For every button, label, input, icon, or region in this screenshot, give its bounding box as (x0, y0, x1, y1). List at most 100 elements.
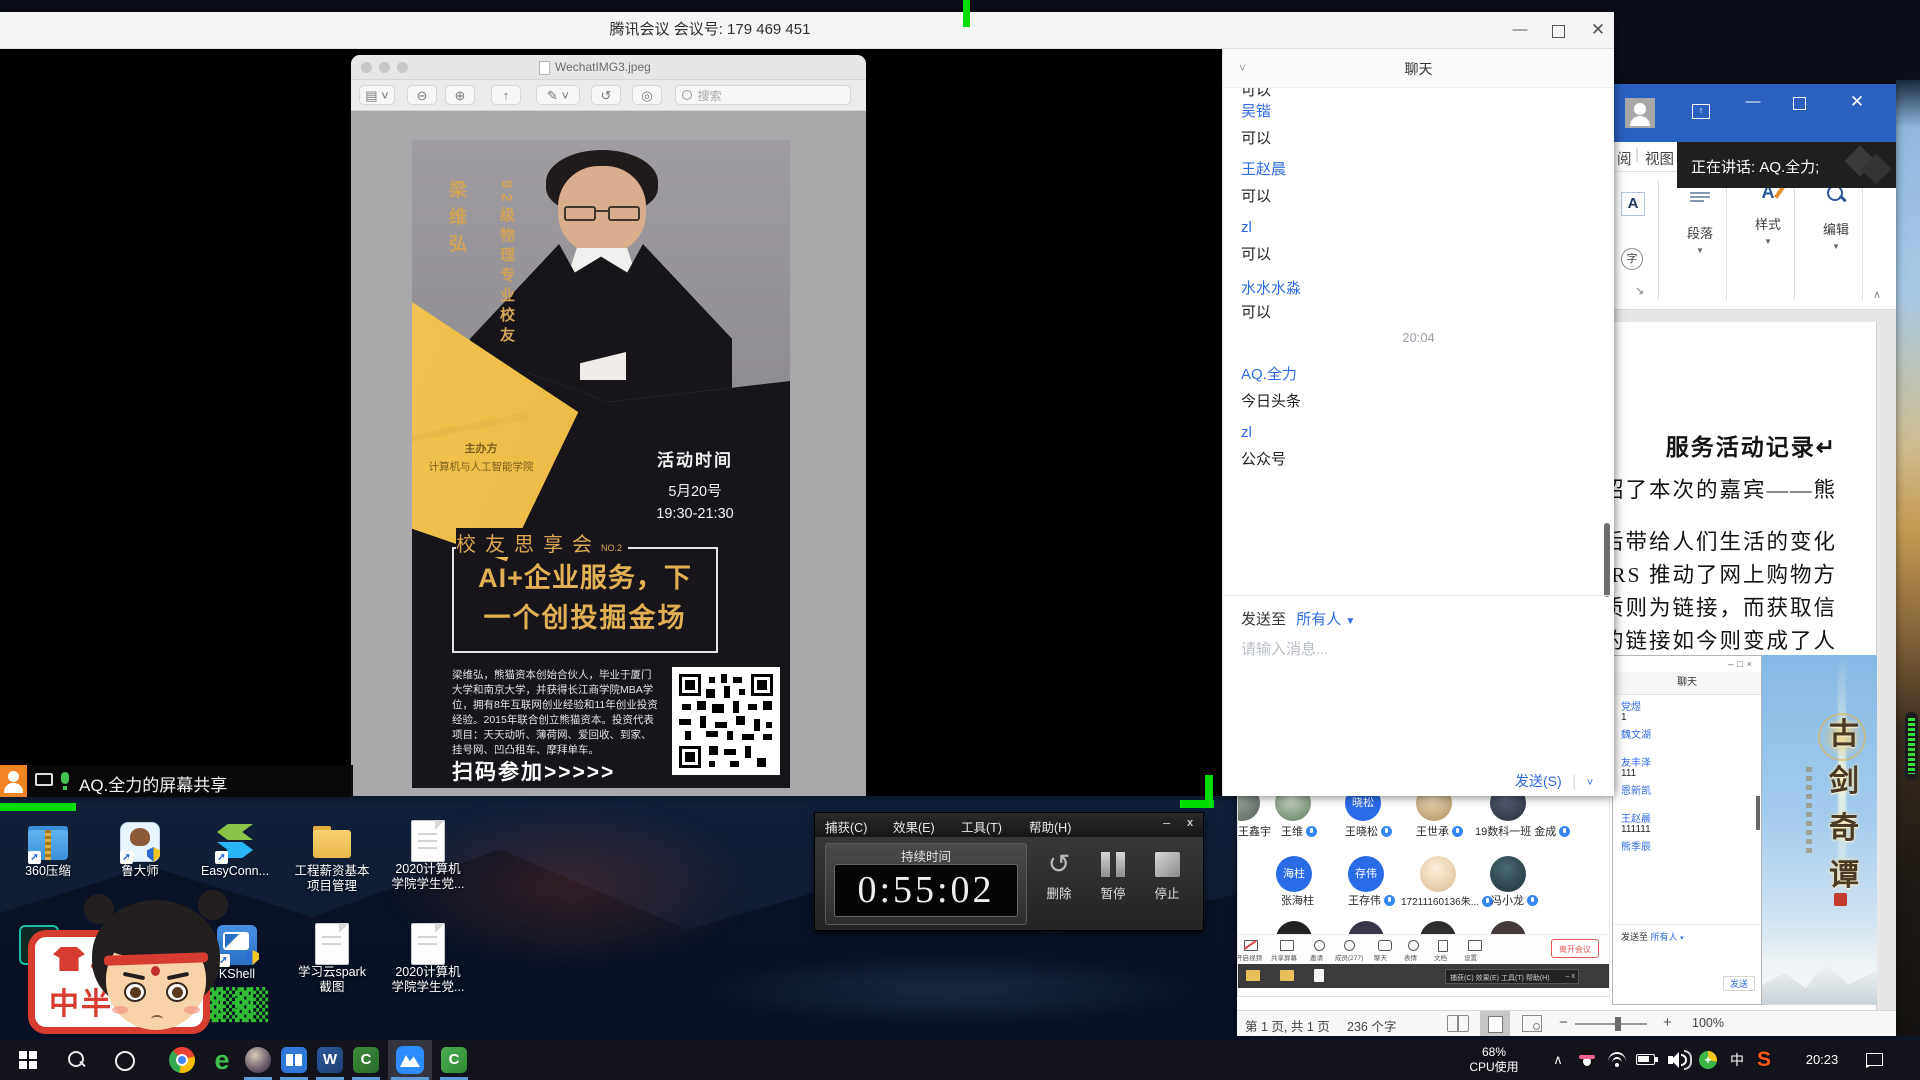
chat-sender[interactable]: 吴锴 (1241, 100, 1271, 121)
desktop-icon-doc-party2[interactable]: 2020计算机 学院学生党... (380, 923, 476, 995)
sidebar-view-button[interactable]: ▤ ˅ (359, 85, 395, 105)
desktop-icon-360zip[interactable]: ➚ 360压缩 (0, 820, 96, 879)
print-layout-icon[interactable] (1480, 1011, 1510, 1036)
ribbon-group-styles[interactable]: A 样式 ▼ (1739, 182, 1797, 246)
poster-series: 校友思享会NO.2 (456, 528, 628, 557)
start-button[interactable] (8, 1040, 48, 1080)
zoom-level[interactable]: 100% (1692, 1016, 1724, 1030)
portrait-glasses-left (564, 206, 596, 221)
timer-titlebar[interactable]: 捕获(C) 效果(E) 工具(T) 帮助(H) – x (815, 813, 1203, 837)
ribbon-group-editing[interactable]: 编辑 ▼ (1807, 182, 1865, 251)
pause-button[interactable]: 暂停 (1091, 847, 1135, 902)
zoom-in-button[interactable]: ⊕ (445, 85, 475, 105)
cortana-ring-icon (115, 1051, 135, 1071)
chat-sender[interactable]: 王赵晨 (1241, 158, 1286, 179)
poster-bio-line: 挂号网、凹凸租车、摩拜单车。 (452, 742, 599, 757)
cpu-monitor-widget[interactable]: 68% CPU使用 (1448, 1045, 1540, 1080)
word-account-avatar[interactable] (1625, 98, 1655, 128)
mac-zoom-icon[interactable] (397, 62, 408, 73)
chat-sender[interactable]: zl (1241, 219, 1252, 236)
meeting-maximize-button[interactable] (1552, 25, 1565, 38)
stop-button[interactable]: 停止 (1145, 847, 1189, 902)
font-settings-icon[interactable]: A (1621, 192, 1645, 216)
mini-chat-name: 魏文湖 (1621, 726, 1651, 741)
tray-sogou-icon[interactable]: S (1750, 1040, 1778, 1080)
tab-review-partial[interactable]: 阅 (1617, 148, 1632, 169)
word-close-button[interactable]: ✕ (1837, 84, 1877, 120)
menu-tools[interactable]: 工具(T) (961, 817, 1002, 836)
desktop-icon-doc-party1[interactable]: 2020计算机 学院学生党... (380, 820, 476, 892)
desktop-icon-folder-project[interactable]: 工程薪资基本 项目管理 (284, 820, 380, 894)
word-restore-button[interactable] (1793, 97, 1806, 110)
invite-icon (1314, 940, 1325, 951)
caret-down-icon[interactable]: ▼ (1345, 616, 1355, 627)
taskbar-camtasia-1[interactable]: C (348, 1040, 384, 1080)
cortana-button[interactable] (104, 1040, 144, 1080)
tray-qq-icon[interactable] (1574, 1040, 1600, 1080)
tray-expand-chevron[interactable]: ∧ (1546, 1040, 1570, 1080)
mac-minimize-icon[interactable] (379, 62, 390, 73)
word-minimize-button[interactable]: — (1733, 84, 1773, 120)
menu-capture[interactable]: 捕获(C) (825, 817, 867, 836)
pause-icon (1091, 847, 1135, 883)
tray-wifi-icon[interactable] (1602, 1040, 1632, 1080)
rotate-button[interactable]: ↺ (591, 85, 621, 105)
ribbon-display-options-icon[interactable]: ↑ (1692, 104, 1710, 119)
ribbon-group-paragraph[interactable]: 段落 ▼ (1671, 182, 1729, 255)
taskbar-tencent-meeting-active[interactable] (388, 1040, 432, 1080)
tray-volume-icon[interactable] (1662, 1040, 1694, 1080)
chat-input[interactable]: 请输入消息... (1241, 638, 1329, 659)
send-button[interactable]: 发送(S) (1515, 773, 1562, 789)
desktop-icon-ludashi[interactable]: ➚ 鲁大师 (92, 820, 188, 879)
tray-360-safety-icon[interactable]: + (1694, 1040, 1722, 1080)
share-button[interactable]: ↑ (491, 85, 521, 105)
taskbar-word[interactable]: W (312, 1040, 348, 1080)
send-options-chevron-icon[interactable]: ˅ (1587, 777, 1593, 789)
preview-titlebar[interactable]: WechatIMG3.jpeg (351, 55, 866, 80)
taskbar-reader-app[interactable] (276, 1040, 312, 1080)
taskbar-app-round[interactable] (240, 1040, 276, 1080)
read-mode-icon[interactable] (1447, 1015, 1469, 1032)
markup-circle-button[interactable]: ◎ (632, 85, 662, 105)
tab-view[interactable]: 视图 (1645, 148, 1674, 169)
desktop-icon-doc-spark[interactable]: 学习云spark 截图 (284, 923, 380, 995)
word-count[interactable]: 236 个字 (1347, 1016, 1396, 1035)
web-layout-icon[interactable] (1522, 1015, 1542, 1032)
page-indicator[interactable]: 第 1 页, 共 1 页 (1245, 1016, 1330, 1035)
chat-sender[interactable]: AQ.全力 (1241, 363, 1297, 384)
chat-sender[interactable]: 水水水淼 (1241, 277, 1301, 298)
tray-battery-icon[interactable] (1632, 1040, 1662, 1080)
meeting-minimize-button[interactable]: — (1500, 12, 1540, 48)
zoom-slider-thumb[interactable] (1615, 1017, 1621, 1031)
taskbar-360-browser[interactable]: e (204, 1040, 240, 1080)
search-field[interactable]: 搜索 (675, 85, 851, 105)
taskbar-camtasia-2[interactable]: C (436, 1040, 472, 1080)
send-to-selector[interactable]: 所有人 (1296, 611, 1341, 628)
desktop-icon-easyconnect[interactable]: ➚ EasyConn... (187, 820, 283, 879)
meeting-close-button[interactable]: ✕ (1578, 12, 1618, 48)
timer-minimize-button[interactable]: – (1163, 815, 1170, 830)
zoom-in-button[interactable]: + (1663, 1014, 1672, 1031)
menu-help[interactable]: 帮助(H) (1029, 817, 1071, 836)
chevron-down-icon: ▼ (1807, 242, 1865, 251)
markup-pen-button[interactable]: ✎ ˅ (536, 85, 580, 105)
zoom-out-button[interactable]: − (1559, 1014, 1568, 1031)
dialog-launcher-icon[interactable]: ↘ (1635, 284, 1644, 297)
zoom-out-button[interactable]: ⊖ (407, 85, 437, 105)
timer-close-button[interactable]: x (1187, 817, 1193, 829)
delete-button[interactable]: ↺ 删除 (1037, 847, 1081, 902)
taskbar-chrome[interactable] (164, 1040, 200, 1080)
menu-effects[interactable]: 效果(E) (893, 817, 935, 836)
chat-sender[interactable]: zl (1241, 424, 1252, 441)
action-center-button[interactable] (1858, 1040, 1892, 1080)
chat-scrollbar-thumb[interactable] (1604, 523, 1610, 597)
meeting-titlebar[interactable]: 腾讯会议 会议号: 179 469 451 — ✕ (0, 12, 1614, 49)
mac-close-icon[interactable] (361, 62, 372, 73)
zoom-slider-track[interactable] (1575, 1023, 1647, 1025)
phonetic-guide-icon[interactable]: 字 (1621, 248, 1643, 270)
tray-clock[interactable]: 20:23 (1792, 1040, 1852, 1080)
collapse-ribbon-icon[interactable]: ∧ (1873, 288, 1881, 301)
tray-ime-indicator[interactable]: 中 (1724, 1040, 1750, 1080)
taskbar-search-button[interactable] (56, 1040, 96, 1080)
shortcut-arrow-icon: ➚ (215, 851, 228, 864)
